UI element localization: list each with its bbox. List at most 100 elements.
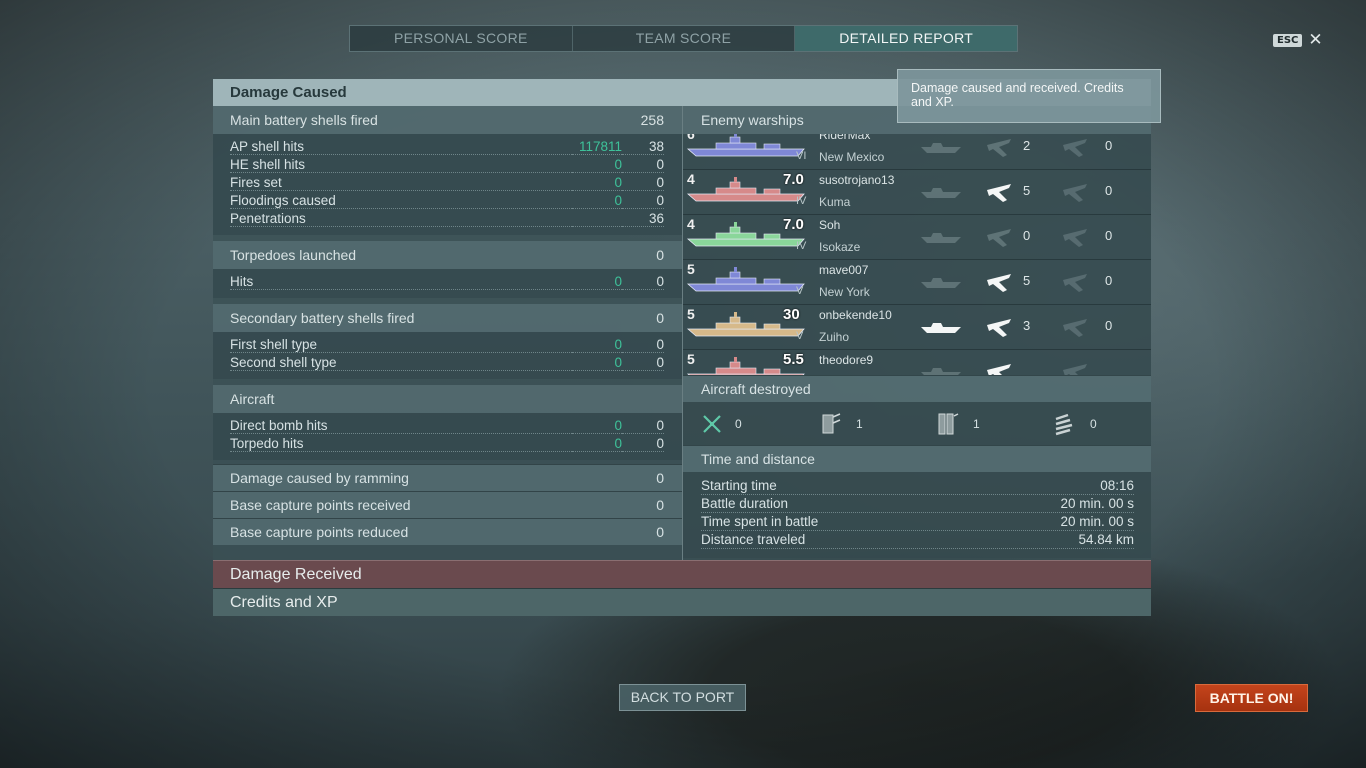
ship-tier: 4: [687, 171, 695, 187]
time-row: Time spent in battle 20 min. 00 s: [701, 513, 1134, 531]
stat-value: 0: [622, 336, 664, 353]
close-icon[interactable]: ✕: [1308, 30, 1322, 50]
esc-key-badge: ESC: [1273, 33, 1303, 47]
enemy-ship-row[interactable]: 5 Vmave007 New York 5 0: [683, 260, 1151, 305]
stat-row: Direct bomb hits 0 0: [230, 416, 664, 434]
enemy-ship-row[interactable]: 4 7.0 IV Soh Isokaze 0 0: [683, 215, 1151, 260]
stat-damage: [572, 210, 622, 227]
damage-received-section[interactable]: Damage Received: [213, 560, 1151, 588]
enemy-ship-list[interactable]: 6 VI RiderMax New Mexico 2 0 4 7.0 IV susotrojano…: [683, 134, 1151, 375]
player-name: mave007: [819, 263, 869, 277]
ship-name: Isokaze: [819, 240, 861, 254]
stat-label: Base capture points reduced: [230, 524, 409, 540]
ship-destroyed-icon: [919, 270, 963, 297]
aircraft-count: 1: [973, 416, 980, 431]
torpedoes-section: Torpedoes launched 0: [213, 241, 682, 269]
ship-destroyed-icon: [919, 225, 963, 252]
hits-count: 5: [1023, 183, 1031, 198]
stat-damage: 0: [572, 273, 622, 290]
plane-destroyed-icon: [1061, 225, 1091, 256]
damage-caused-stats: Main battery shells fired 258 AP shell h…: [213, 106, 682, 560]
enemy-stats: Enemy warships 6 VI RiderMax New Mexico 2 0 4 7…: [682, 106, 1151, 560]
credits-xp-section[interactable]: Credits and XP: [213, 588, 1151, 616]
stat-row: Torpedo hits 0 0: [230, 434, 664, 452]
stat-value: 0: [656, 497, 664, 513]
enemy-ship-row[interactable]: 4 7.0 IV susotrojano13 Kuma 5 0: [683, 170, 1151, 215]
time-value: 54.84 km: [1078, 532, 1134, 547]
time-label: Starting time: [701, 478, 777, 493]
dive-bomber-icon: [938, 412, 959, 434]
stat-label: First shell type: [230, 336, 572, 353]
section-label: Aircraft: [230, 391, 275, 407]
ship-destroyed-icon: [919, 180, 963, 207]
hits-count: 2: [1023, 138, 1031, 153]
plane-hit-icon: [985, 225, 1015, 256]
capture-reduced-row: Base capture points reduced 0: [213, 518, 682, 545]
enemy-ship-row[interactable]: 5 5.5 theodore9: [683, 350, 1151, 375]
stat-label: AP shell hits: [230, 138, 572, 155]
battle-on-button[interactable]: BATTLE ON!: [1195, 684, 1308, 712]
main-battery-details: AP shell hits 117811 38 HE shell hits 0 0 Fi…: [213, 134, 682, 235]
stat-value: 0: [622, 417, 664, 434]
tab-personal-score[interactable]: PERSONAL SCORE: [350, 26, 573, 51]
time-value: 20 min. 00 s: [1060, 514, 1134, 529]
secondary-battery-details: First shell type 0 0 Second shell type 0 0: [213, 332, 682, 379]
tab-team-score[interactable]: TEAM SCORE: [573, 26, 796, 51]
ship-tier: 5: [687, 351, 695, 367]
destroyed-count: 0: [1105, 318, 1113, 333]
plane-destroyed-icon: [1061, 315, 1091, 346]
stat-row: First shell type 0 0: [230, 335, 664, 353]
ship-tier: 5: [687, 261, 695, 277]
plane-destroyed-icon: [1061, 360, 1091, 375]
plane-destroyed-icon: [1061, 180, 1091, 211]
plane-destroyed-icon: [1061, 135, 1091, 166]
time-distance-header: Time and distance: [683, 445, 1151, 472]
time-label: Time spent in battle: [701, 514, 819, 529]
stat-value: 38: [622, 138, 664, 155]
ramming-row: Damage caused by ramming 0: [213, 464, 682, 491]
report-panel: Damage Caused Main battery shells fired …: [213, 79, 1151, 616]
ship-tier: 4: [687, 216, 695, 232]
esc-close[interactable]: ESC ✕: [1273, 30, 1323, 50]
ship-score: 7.0: [783, 171, 804, 188]
enemy-ship-row[interactable]: 5 30 Vonbekende10 Zuiho 3 0: [683, 305, 1151, 350]
player-name: Soh: [819, 218, 841, 232]
stat-damage: 0: [572, 354, 622, 371]
tab-detailed-report[interactable]: DETAILED REPORT: [795, 26, 1018, 51]
hits-count: 5: [1023, 273, 1031, 288]
ship-tier-roman: V: [796, 330, 804, 342]
stat-label: Direct bomb hits: [230, 417, 572, 434]
stat-value: 0: [622, 156, 664, 173]
plane-hit-icon: [985, 135, 1015, 166]
aircraft-count: 1: [856, 416, 863, 431]
stat-label: Damage caused by ramming: [230, 470, 409, 486]
torpedo-bomber-icon: [822, 412, 841, 433]
ship-tier-roman: IV: [796, 195, 807, 207]
hits-count: 0: [1023, 228, 1031, 243]
aircraft-item: 1: [800, 411, 917, 437]
aircraft-section: Aircraft: [213, 385, 682, 413]
section-label: Torpedoes launched: [230, 247, 357, 263]
plane-destroyed-icon: [1061, 270, 1091, 301]
stat-damage: 0: [572, 435, 622, 452]
section-label: Main battery shells fired: [230, 112, 378, 128]
plane-hit-icon: [985, 180, 1015, 211]
enemy-ship-row[interactable]: 6 VI RiderMax New Mexico 2 0: [683, 134, 1151, 170]
ship-score: 30: [783, 306, 800, 323]
squadron-icon: [1055, 413, 1073, 435]
section-value: 0: [656, 310, 664, 326]
stat-row: Second shell type 0 0: [230, 353, 664, 371]
ship-tier: 6: [687, 134, 695, 142]
section-value: 0: [656, 247, 664, 263]
section-value: 258: [640, 112, 664, 128]
torpedoes-details: Hits 0 0: [213, 269, 682, 298]
player-name: onbekende10: [819, 308, 892, 322]
ship-destroyed-icon: [919, 315, 963, 342]
aircraft-destroyed-list: 0 1 1 0: [683, 402, 1151, 445]
time-row: Distance traveled 54.84 km: [701, 531, 1134, 549]
ship-tier-roman: V: [796, 285, 804, 297]
aircraft-item: 0: [683, 413, 800, 435]
aircraft-details: Direct bomb hits 0 0 Torpedo hits 0 0: [213, 413, 682, 460]
plane-hit-icon: [985, 360, 1015, 375]
back-to-port-button[interactable]: BACK TO PORT: [619, 684, 746, 711]
